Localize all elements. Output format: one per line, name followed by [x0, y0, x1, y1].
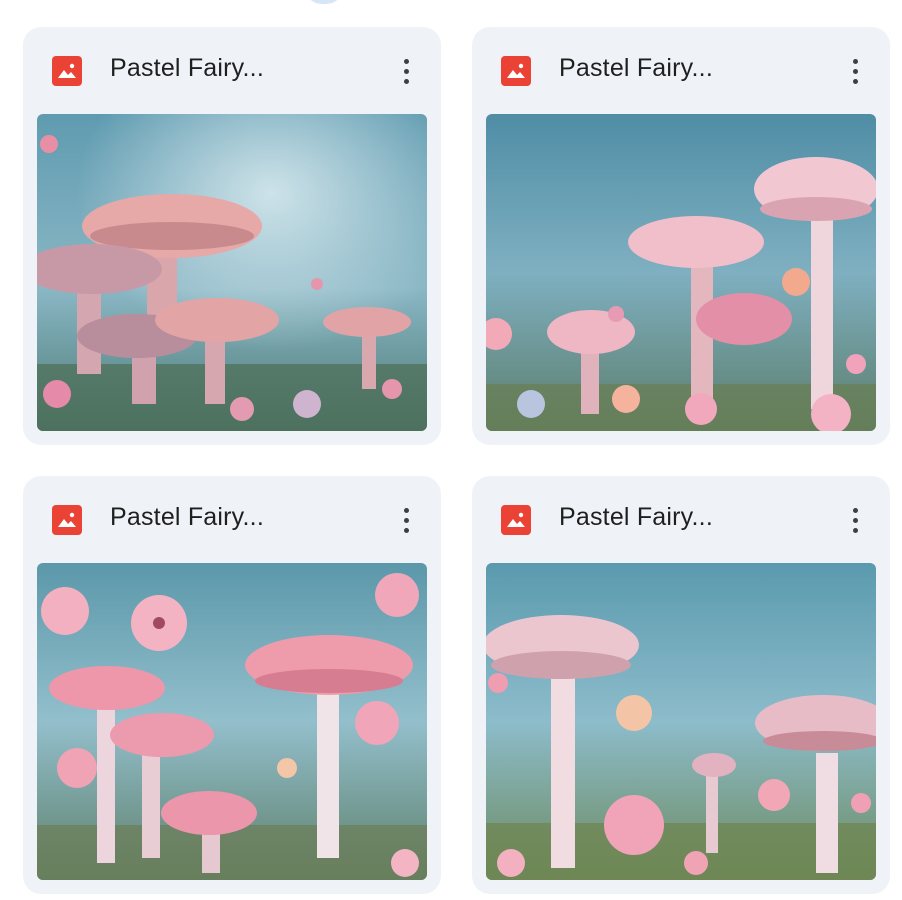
image-file-icon: [501, 505, 531, 535]
image-file-icon: [52, 505, 82, 535]
scroll-indicator: [304, 0, 344, 4]
image-thumbnail[interactable]: [37, 114, 427, 431]
file-card-header: Pastel Fairy...: [23, 27, 441, 113]
more-vert-icon[interactable]: [838, 500, 872, 540]
file-card-header: Pastel Fairy...: [23, 476, 441, 562]
file-name: Pastel Fairy...: [110, 54, 264, 82]
image-file-icon: [501, 56, 531, 86]
more-vert-icon[interactable]: [389, 500, 423, 540]
more-vert-icon[interactable]: [838, 51, 872, 91]
image-thumbnail[interactable]: [486, 563, 876, 880]
image-file-icon: [52, 56, 82, 86]
image-thumbnail[interactable]: [486, 114, 876, 431]
file-card[interactable]: Pastel Fairy...: [23, 476, 441, 894]
more-vert-icon[interactable]: [389, 51, 423, 91]
file-card[interactable]: Pastel Fairy...: [472, 476, 890, 894]
file-card-header: Pastel Fairy...: [472, 27, 890, 113]
file-name: Pastel Fairy...: [559, 503, 713, 531]
image-thumbnail[interactable]: [37, 563, 427, 880]
file-card-header: Pastel Fairy...: [472, 476, 890, 562]
file-name: Pastel Fairy...: [559, 54, 713, 82]
file-card[interactable]: Pastel Fairy...: [472, 27, 890, 445]
file-name: Pastel Fairy...: [110, 503, 264, 531]
file-card[interactable]: Pastel Fairy...: [23, 27, 441, 445]
